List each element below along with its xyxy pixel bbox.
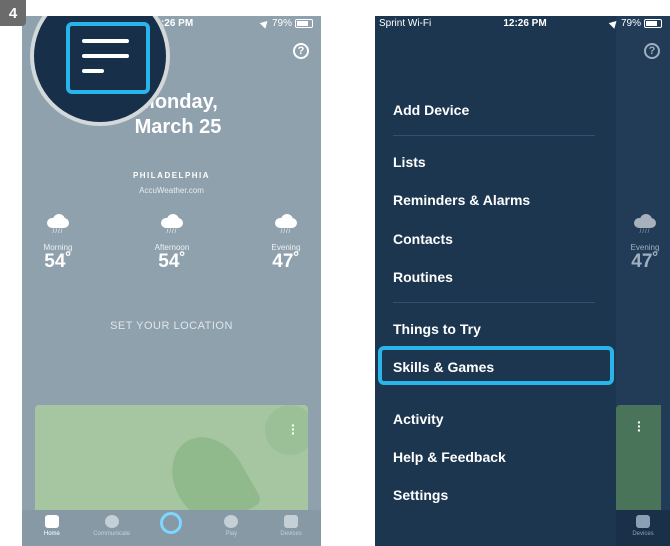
weather-temp: 54˚	[158, 251, 186, 272]
devices-icon	[284, 515, 299, 528]
menu-item-routines[interactable]: Routines	[393, 269, 453, 285]
chat-bubble-icon	[104, 515, 119, 528]
home-icon	[44, 515, 59, 528]
menu-button[interactable]	[66, 22, 150, 94]
menu-item-add-device[interactable]: Add Device	[393, 102, 469, 118]
rain-cloud-icon	[632, 214, 658, 228]
set-location-link[interactable]: SET YOUR LOCATION	[22, 320, 321, 332]
nav-alexa[interactable]	[142, 510, 202, 546]
card-more-icon: · · ·	[637, 414, 642, 438]
alexa-ring-icon	[160, 512, 183, 534]
weather-morning: //// Morning 54˚	[28, 214, 88, 272]
weather-city: PHILADELPHIA	[132, 171, 211, 180]
bottom-nav: Home Communicate Play Devices	[22, 510, 321, 546]
menu-item-skills-games[interactable]: Skills & Games	[393, 359, 494, 375]
menu-item-settings[interactable]: Settings	[393, 487, 448, 503]
battery-icon	[644, 19, 662, 28]
weather-afternoon: //// Afternoon 54˚	[142, 214, 202, 272]
nav-devices[interactable]: Devices	[261, 510, 321, 546]
menu-drawer-screen: Sprint Wi-Fi 12:26 PM 79% ? Add Device L…	[375, 16, 670, 546]
menu-item-reminders-alarms[interactable]: Reminders & Alarms	[393, 192, 530, 208]
peek-nav-devices-label: Devices	[632, 531, 654, 537]
location-arrow-icon	[608, 18, 620, 29]
peek-bottom-nav: Devices	[616, 510, 670, 546]
weather-temp: 54˚	[44, 251, 72, 272]
help-icon[interactable]: ?	[644, 43, 660, 59]
battery-percent: 79%	[271, 18, 292, 29]
nav-home[interactable]: Home	[22, 510, 82, 546]
menu-item-things-to-try[interactable]: Things to Try	[393, 321, 481, 337]
hamburger-menu-icon	[82, 39, 129, 43]
weather-evening: //// Evening 47˚	[256, 214, 316, 272]
rain-cloud-icon	[159, 214, 185, 228]
menu-item-lists[interactable]: Lists	[393, 154, 426, 170]
location-arrow-icon	[259, 18, 271, 29]
play-icon	[224, 515, 239, 528]
rain-cloud-icon	[45, 214, 71, 228]
battery-icon	[295, 19, 313, 28]
leaf-illustration	[157, 423, 263, 515]
menu-item-help-feedback[interactable]: Help & Feedback	[393, 449, 506, 465]
peek-weather-evening: //// Evening 47˚	[621, 214, 669, 272]
menu-divider	[393, 135, 595, 136]
weather-temp: 47˚	[272, 251, 300, 272]
status-bar: Sprint Wi-Fi 12:26 PM 79%	[375, 16, 670, 32]
nav-play[interactable]: Play	[201, 510, 261, 546]
menu-item-activity[interactable]: Activity	[393, 411, 444, 427]
card-more-icon[interactable]: · · ·	[291, 418, 296, 440]
menu-item-contacts[interactable]: Contacts	[393, 231, 453, 247]
status-carrier: Sprint Wi-Fi	[379, 18, 432, 29]
weather-source[interactable]: AccuWeather.com	[22, 186, 321, 195]
home-screen: 12:26 PM 79% ? Monday, March 25 PHILADEL…	[22, 16, 321, 546]
date-line-month-day: March 25	[134, 116, 222, 138]
feature-card[interactable]: · · ·	[35, 405, 308, 515]
menu-divider	[393, 302, 595, 303]
help-icon[interactable]: ?	[293, 43, 309, 59]
weather-temp: 47˚	[631, 251, 659, 272]
battery-percent: 79%	[620, 18, 641, 29]
status-time: 12:26 PM	[503, 18, 547, 29]
rain-cloud-icon	[273, 214, 299, 228]
step-badge: 4	[0, 0, 26, 26]
nav-communicate[interactable]: Communicate	[82, 510, 142, 546]
devices-icon	[636, 515, 650, 528]
